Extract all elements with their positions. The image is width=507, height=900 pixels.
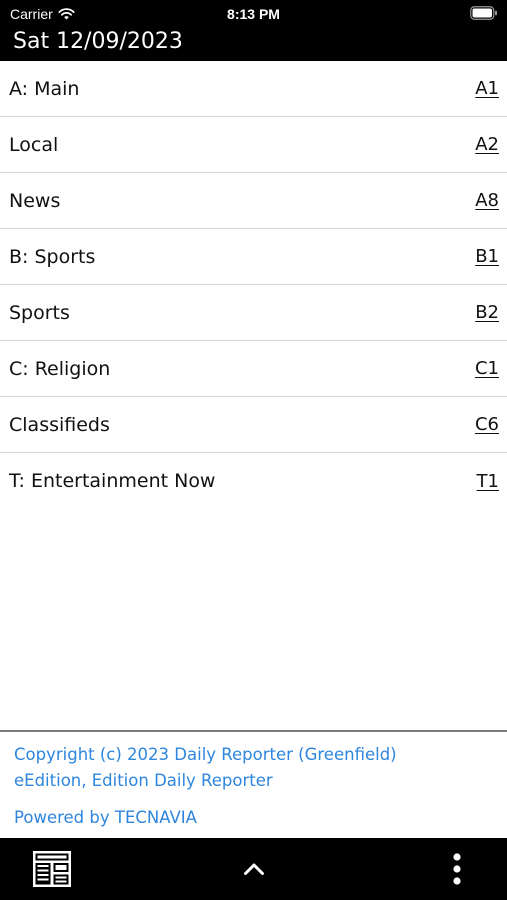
- page-link[interactable]: A8: [475, 190, 499, 211]
- section-name: News: [9, 189, 61, 212]
- page-link[interactable]: T1: [477, 471, 499, 492]
- section-row[interactable]: A: Main A1: [0, 61, 507, 117]
- section-row[interactable]: Local A2: [0, 117, 507, 173]
- page-link[interactable]: B2: [475, 302, 499, 323]
- copyright-text[interactable]: Copyright (c) 2023 Daily Reporter (Green…: [14, 742, 493, 794]
- section-name: Local: [9, 133, 59, 156]
- section-name: A: Main: [9, 77, 80, 100]
- footer: Copyright (c) 2023 Daily Reporter (Green…: [0, 730, 507, 838]
- more-options-button[interactable]: [432, 838, 482, 900]
- chevron-up-icon: [244, 863, 264, 875]
- sections-button[interactable]: [20, 838, 84, 900]
- status-time: 8:13 PM: [227, 6, 280, 22]
- powered-by-link[interactable]: Powered by TECNAVIA: [14, 808, 493, 828]
- section-name: B: Sports: [9, 245, 96, 268]
- section-list: A: Main A1 Local A2 News A8 B: Sports B1…: [0, 61, 507, 509]
- battery-icon: [470, 6, 497, 20]
- bottom-toolbar: [0, 838, 507, 900]
- page-link[interactable]: C1: [475, 358, 499, 379]
- section-row[interactable]: Classifieds C6: [0, 397, 507, 453]
- section-name: Sports: [9, 301, 70, 324]
- section-name: Classifieds: [9, 413, 110, 436]
- page-link[interactable]: B1: [475, 246, 499, 267]
- header: Carrier 8:13 PM Sat 12/09/2023: [0, 0, 507, 61]
- section-name: C: Religion: [9, 357, 111, 380]
- page-link[interactable]: C6: [475, 414, 499, 435]
- section-row[interactable]: T: Entertainment Now T1: [0, 453, 507, 509]
- page-link[interactable]: A1: [475, 78, 499, 99]
- copyright-line: Copyright (c) 2023 Daily Reporter (Green…: [14, 745, 397, 764]
- section-row[interactable]: News A8: [0, 173, 507, 229]
- section-name: T: Entertainment Now: [9, 470, 216, 492]
- scroll-up-button[interactable]: [222, 838, 286, 900]
- section-row[interactable]: C: Religion C1: [0, 341, 507, 397]
- section-row[interactable]: B: Sports B1: [0, 229, 507, 285]
- newspaper-icon: [33, 851, 71, 887]
- section-row[interactable]: Sports B2: [0, 285, 507, 341]
- more-vertical-icon: [453, 853, 461, 885]
- status-bar: Carrier 8:13 PM: [0, 0, 507, 26]
- edition-date: Sat 12/09/2023: [13, 29, 183, 54]
- copyright-line: eEdition, Edition Daily Reporter: [14, 771, 273, 790]
- page-link[interactable]: A2: [475, 134, 499, 155]
